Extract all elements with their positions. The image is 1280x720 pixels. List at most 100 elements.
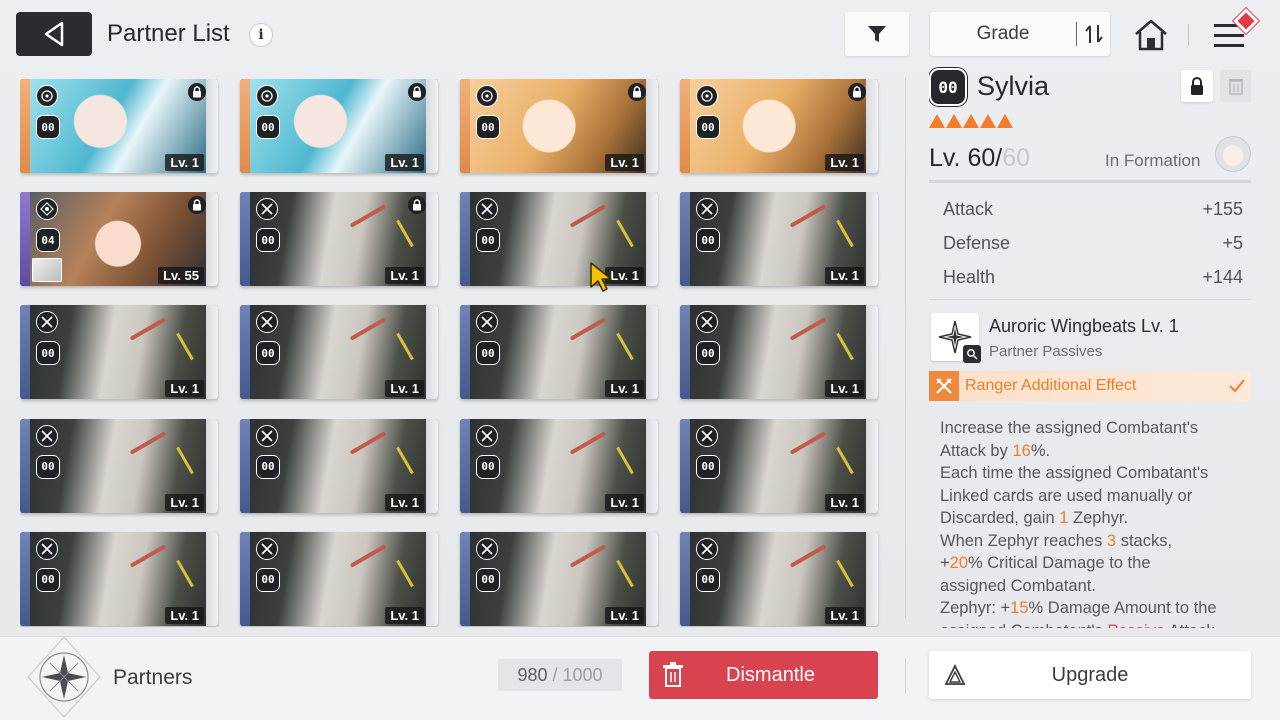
partner-card[interactable]: 00 Lv. 1: [680, 305, 878, 400]
mouse-cursor-icon: [590, 262, 612, 292]
partner-card[interactable]: 00 Lv. 1: [680, 79, 878, 173]
description-text: % Critical Damage to the: [968, 554, 1151, 572]
description-text: Each time the assigned Combatant's: [940, 464, 1209, 482]
partner-card[interactable]: 00 Lv. 1: [240, 192, 438, 287]
description-line: Each time the assigned Combatant's: [940, 462, 1251, 485]
filter-button[interactable]: [845, 12, 909, 56]
partner-code-badge: 00: [36, 115, 60, 139]
card-level-label: Lv. 1: [825, 267, 864, 285]
class-stripe: [20, 79, 30, 173]
partner-grid: 00 Lv. 1 00 Lv. 1 00 Lv. 1 00 Lv. 1 04 Lv. 55 00 Lv…: [20, 79, 882, 627]
card-rim: [646, 531, 658, 626]
dismantle-button[interactable]: Dismantle: [649, 651, 878, 699]
sort-order-icon[interactable]: [1077, 23, 1110, 45]
description-line: Discarded, gain 1 Zephyr.: [940, 507, 1251, 530]
partner-card[interactable]: 00 Lv. 1: [20, 305, 218, 400]
description-line: Increase the assigned Combatant's: [940, 417, 1251, 440]
description-text: When Zephyr reaches: [940, 531, 1107, 550]
class-stripe: [680, 305, 690, 400]
partner-card[interactable]: 00 Lv. 1: [20, 418, 218, 513]
info-icon[interactable]: i: [249, 23, 273, 47]
crossed-swords-icon: [696, 537, 718, 560]
rarity-star-icon: [963, 114, 979, 128]
class-stripe: [680, 531, 690, 626]
card-level-label: Lv. 1: [385, 606, 424, 624]
partners-emblem-icon: [27, 636, 101, 718]
stat-label: Health: [943, 266, 996, 287]
card-rim: [426, 305, 438, 400]
description-text: %.: [1030, 441, 1051, 460]
skill-button[interactable]: [931, 313, 981, 363]
partner-code-badge: 00: [36, 454, 60, 479]
class-stripe: [460, 79, 470, 173]
checkmark-icon: [1223, 379, 1251, 393]
card-rim: [206, 192, 218, 287]
class-stripe: [20, 418, 30, 513]
partner-code-badge: 00: [476, 228, 500, 253]
partner-card[interactable]: 00 Lv. 1: [680, 192, 878, 287]
partner-card[interactable]: 00 Lv. 1: [240, 305, 438, 400]
description-text: Zephyr: +: [940, 599, 1011, 617]
card-level-label: Lv. 1: [165, 493, 204, 511]
class-stripe: [240, 531, 250, 626]
partner-card[interactable]: 00 Lv. 1: [20, 79, 218, 173]
filter-icon: [868, 26, 886, 42]
partner-card[interactable]: 00 Lv. 1: [680, 531, 878, 626]
home-button[interactable]: [1132, 16, 1170, 54]
stat-value: +144: [1202, 266, 1243, 287]
card-level-label: Lv. 1: [605, 154, 644, 171]
partner-card[interactable]: 00 Lv. 1: [460, 531, 658, 626]
lock-toggle-button[interactable]: [1181, 70, 1213, 102]
partner-card[interactable]: 04 Lv. 55: [20, 192, 218, 287]
card-rim: [426, 79, 438, 173]
class-stripe: [240, 418, 250, 513]
crossed-swords-icon: [36, 537, 58, 560]
card-level-label: Lv. 1: [165, 380, 204, 398]
crossed-swords-icon: [696, 424, 718, 447]
partner-card[interactable]: 00 Lv. 1: [240, 79, 438, 173]
assigned-combatant-avatar[interactable]: [1215, 136, 1251, 172]
level-current: Lv. 60/: [929, 144, 1003, 172]
partner-card[interactable]: 00 Lv. 1: [460, 192, 658, 287]
class-stripe: [20, 192, 30, 287]
class-stripe: [680, 418, 690, 513]
partner-card[interactable]: 00 Lv. 1: [240, 418, 438, 513]
partner-card[interactable]: 00 Lv. 1: [20, 531, 218, 626]
compass-icon: [36, 85, 58, 107]
card-rim: [206, 418, 218, 513]
crossed-swords-icon: [476, 537, 498, 560]
description-line: Linked cards are used manually or: [940, 485, 1251, 508]
partner-card[interactable]: 00 Lv. 1: [460, 418, 658, 513]
partner-card[interactable]: 00 Lv. 1: [240, 531, 438, 626]
card-rim: [206, 531, 218, 626]
description-text: assigned Combatant's: [940, 622, 1107, 629]
partner-code-badge: 04: [36, 228, 60, 253]
card-level-label: Lv. 1: [165, 154, 204, 171]
partner-card[interactable]: 00 Lv. 1: [460, 305, 658, 400]
partners-section-label: Partners: [113, 666, 193, 689]
panel-divider: [905, 78, 906, 618]
class-stripe: [460, 531, 470, 626]
partner-code-badge: 00: [256, 567, 280, 592]
partner-code-badge: 00: [929, 68, 967, 106]
description-text: stacks,: [1116, 531, 1173, 550]
capacity-current: 980: [517, 664, 548, 685]
detail-divider: [929, 180, 1251, 183]
partner-name: Sylvia: [977, 71, 1050, 101]
trash-icon: [649, 662, 697, 688]
back-button[interactable]: [16, 12, 92, 56]
card-level-label: Lv. 1: [385, 493, 424, 511]
class-stripe: [20, 305, 30, 400]
trash-icon: [1229, 79, 1243, 95]
capacity-total: 1000: [562, 664, 603, 685]
description-line: assigned Combatant's Passive Attack: [940, 620, 1251, 629]
sort-select[interactable]: Grade: [930, 12, 1110, 56]
stat-row-attack: Attack +155: [929, 192, 1251, 226]
discard-button[interactable]: [1220, 70, 1251, 102]
partner-card[interactable]: 00 Lv. 1: [680, 418, 878, 513]
partner-card[interactable]: 00 Lv. 1: [460, 79, 658, 173]
upgrade-button[interactable]: Upgrade: [929, 651, 1251, 699]
description-line: +20% Critical Damage to the: [940, 552, 1251, 575]
lock-icon: [848, 83, 866, 101]
card-rim: [646, 79, 658, 173]
